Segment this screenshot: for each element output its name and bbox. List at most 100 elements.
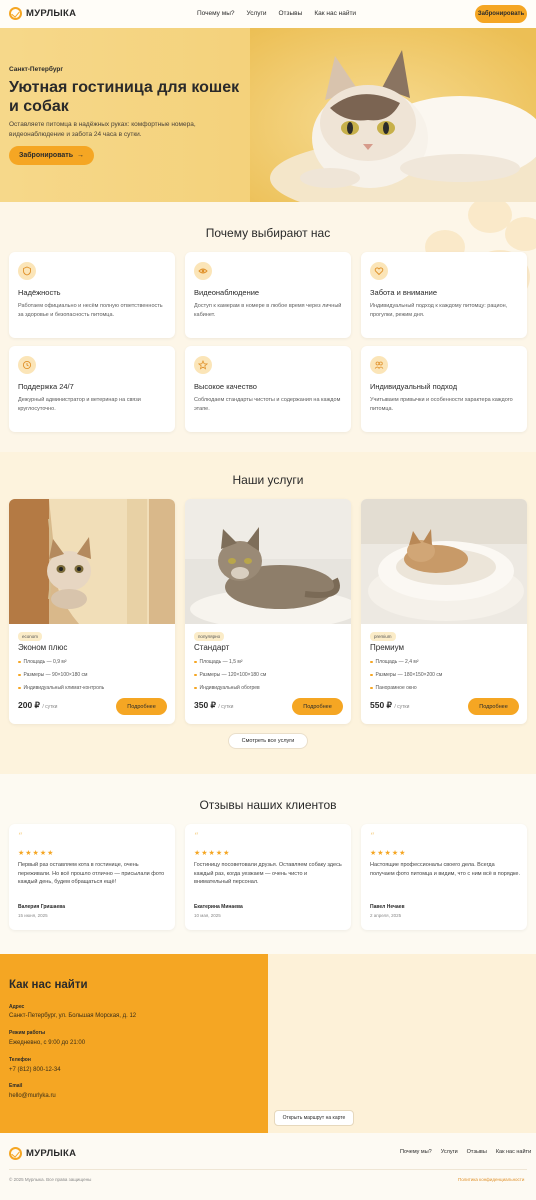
quote-icon: “	[370, 832, 375, 842]
why-title: Почему выбирают нас	[205, 226, 331, 240]
nav-item-why[interactable]: Почему мы?	[197, 10, 235, 17]
footer-nav-reviews[interactable]: Отзывы	[467, 1149, 487, 1155]
clock-icon	[18, 356, 36, 374]
why-card-text: Доступ к камерам в номере в любое время …	[194, 303, 342, 318]
bullet-icon	[194, 686, 197, 690]
review-date: 2 апреля, 2025	[370, 913, 402, 918]
logo-text: МУРЛЫКА	[26, 1148, 77, 1159]
why-card: Высокое качество Соблюдаем стандарты чис…	[185, 346, 351, 432]
phone-link[interactable]: +7 (812) 800-12-34	[9, 1067, 61, 1073]
review-card: “ ★★★★★ Настоящие профессионалы своего д…	[361, 824, 527, 930]
service-feature-text: Площадь — 2,4 м²	[375, 659, 419, 665]
review-card: “ ★★★★★ Первый раз оставляем кота в гост…	[9, 824, 175, 930]
why-card: Поддержка 24/7 Дежурный администратор и …	[9, 346, 175, 432]
service-feature: Индивидуальный климат-контроль	[18, 685, 104, 691]
service-feature-text: Индивидуальный обогрев	[199, 685, 260, 691]
service-details-button[interactable]: Подробнее	[116, 698, 167, 715]
logo[interactable]: МУРЛЫКА	[9, 7, 76, 20]
why-card-title: Поддержка 24/7	[18, 382, 74, 391]
service-badge: premium	[370, 632, 396, 641]
why-card: Надёжность Работаем официально и несём п…	[9, 252, 175, 338]
hero-title: Уютная гостиница для кошек и собак	[9, 79, 240, 115]
services-title: Наши услуги	[232, 473, 304, 487]
service-feature: Панорамное окно	[370, 685, 417, 691]
contacts-section: Как нас найти Адрес Санкт-Петербург, ул.…	[0, 954, 268, 1133]
logo-icon	[9, 1147, 22, 1160]
service-feature-text: Индивидуальный климат-контроль	[23, 685, 105, 691]
service-photo-econom	[9, 499, 175, 624]
review-author: Екатерина Минаева	[194, 904, 243, 910]
why-card-text: Соблюдаем стандарты чистоты и содержания…	[194, 397, 341, 412]
service-feature: Площадь — 2,4 м²	[370, 659, 419, 665]
review-author: Валерия Гришаева	[18, 904, 66, 910]
nav-item-services[interactable]: Услуги	[247, 10, 267, 17]
rating-stars: ★★★★★	[194, 850, 231, 857]
rating-stars: ★★★★★	[370, 850, 407, 857]
review-author: Павел Нечаев	[370, 904, 405, 910]
people-icon	[370, 356, 388, 374]
nav-item-contacts[interactable]: Как нас найти	[314, 10, 356, 17]
review-text: Первый раз оставляем кота в гостинице, о…	[18, 862, 165, 885]
why-card-title: Видеонаблюдение	[194, 288, 260, 297]
map-area[interactable]: Открыть маршрут на карте	[268, 954, 536, 1133]
hero-city: Санкт-Петербург	[9, 66, 64, 73]
bullet-icon	[18, 673, 21, 677]
header-book-button[interactable]: Забронировать	[475, 5, 527, 23]
service-feature: Площадь — 0,9 м²	[18, 659, 67, 665]
footer-nav-services[interactable]: Услуги	[441, 1149, 458, 1155]
logo-text: МУРЛЫКА	[26, 8, 77, 19]
bullet-icon	[370, 660, 373, 664]
service-feature: Индивидуальный обогрев	[194, 685, 260, 691]
service-price-value: 350 ₽	[194, 700, 216, 710]
service-card: популярно Стандарт Площадь — 1,5 м² Разм…	[185, 499, 351, 724]
why-card: Забота и внимание Индивидуальный подход …	[361, 252, 527, 338]
reviews-section: Отзывы наших клиентов “ ★★★★★ Первый раз…	[0, 774, 536, 954]
eye-icon	[194, 262, 212, 280]
privacy-link[interactable]: Политика конфиденциальности	[458, 1177, 524, 1182]
service-name: Стандарт	[194, 643, 230, 652]
phone-label: Телефон	[9, 1057, 31, 1063]
why-card-title: Высокое качество	[194, 382, 257, 391]
copyright: © 2025 Мурлыка. Все права защищены	[9, 1177, 92, 1182]
service-feature: Размеры — 180×150×200 см	[370, 672, 442, 678]
why-section: Почему выбирают нас Надёжность Работаем …	[0, 202, 536, 452]
service-badge: популярно	[194, 632, 225, 641]
why-card-text: Учитываем привычки и особенности характе…	[370, 397, 513, 412]
service-details-button[interactable]: Подробнее	[468, 698, 519, 715]
email-link[interactable]: hello@murlyka.ru	[9, 1093, 56, 1099]
quote-icon: “	[18, 832, 23, 842]
contacts-title: Как нас найти	[9, 979, 88, 991]
service-name: Премиум	[370, 643, 405, 652]
open-route-button[interactable]: Открыть маршрут на карте	[274, 1110, 354, 1126]
why-card-title: Надёжность	[18, 288, 61, 297]
service-price-unit: / сутки	[218, 704, 234, 710]
footer-nav-why[interactable]: Почему мы?	[400, 1149, 432, 1155]
service-details-button[interactable]: Подробнее	[292, 698, 343, 715]
hero-book-button[interactable]: Забронировать →	[9, 146, 94, 165]
footer-nav-contacts[interactable]: Как нас найти	[496, 1149, 531, 1155]
hero-book-label: Забронировать	[18, 152, 74, 159]
services-section: Наши услуги econom Эконом плюс Площадь —…	[0, 452, 536, 774]
review-date: 10 мая, 2025	[194, 913, 221, 918]
all-services-button[interactable]: Смотреть все услуги	[228, 733, 308, 749]
arrow-right-icon: →	[77, 152, 85, 159]
review-card: “ ★★★★★ Гостиницу посоветовали друзья. О…	[185, 824, 351, 930]
service-price-unit: / сутки	[42, 704, 58, 710]
why-card-title: Индивидуальный подход	[370, 382, 458, 391]
bullet-icon	[194, 660, 197, 664]
service-feature-text: Панорамное окно	[375, 685, 417, 691]
service-feature-text: Размеры — 120×100×180 см	[199, 672, 267, 678]
email-label: Email	[9, 1083, 23, 1089]
why-card-text: Индивидуальный подход к каждому питомцу:…	[370, 303, 508, 318]
service-price: 200 ₽ / сутки	[18, 700, 57, 711]
footer-nav: Почему мы? Услуги Отзывы Как нас найти	[400, 1149, 531, 1155]
footer-logo[interactable]: МУРЛЫКА	[9, 1147, 76, 1160]
service-card: econom Эконом плюс Площадь — 0,9 м² Разм…	[9, 499, 175, 724]
why-card-text: Работаем официально и несём полную ответ…	[18, 303, 163, 318]
quote-icon: “	[194, 832, 199, 842]
bullet-icon	[370, 686, 373, 690]
nav-item-reviews[interactable]: Отзывы	[279, 10, 303, 17]
service-price: 550 ₽ / сутки	[370, 700, 409, 711]
why-card-text: Дежурный администратор и ветеринар на св…	[18, 397, 141, 412]
bullet-icon	[194, 673, 197, 677]
